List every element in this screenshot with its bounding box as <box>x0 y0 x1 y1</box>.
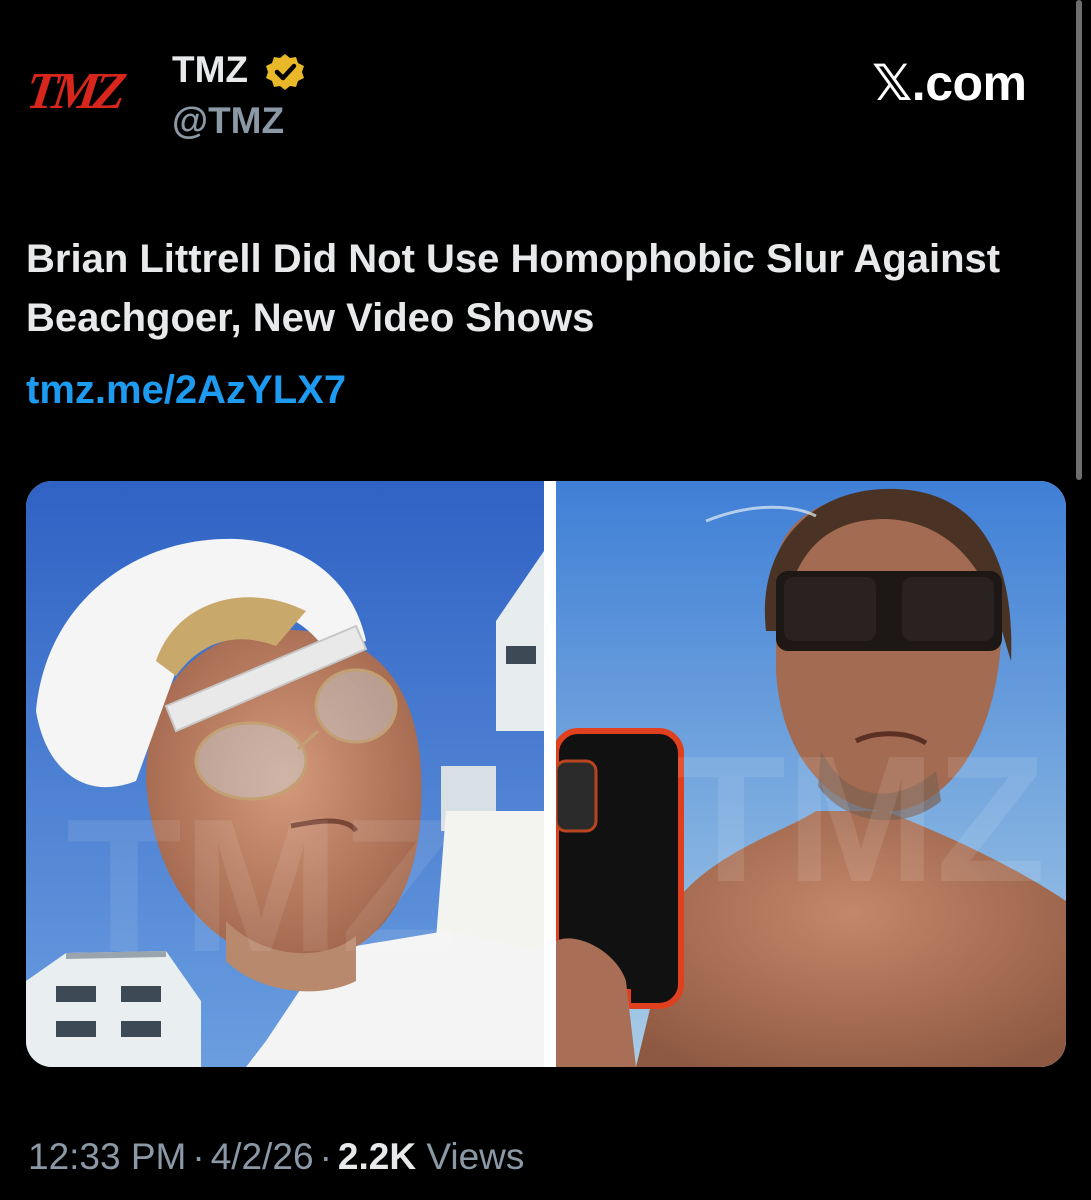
tmz-avatar-logo[interactable]: TMZ <box>30 64 145 124</box>
post-link[interactable]: tmz.me/2AzYLX7 <box>26 360 346 420</box>
post-date[interactable]: 4/2/26 <box>211 1136 314 1177</box>
post-media[interactable]: TMZ TMZ <box>26 481 1066 1067</box>
site-label: .com <box>911 55 1027 111</box>
post-time[interactable]: 12:33 PM <box>28 1136 186 1177</box>
svg-text:TMZ: TMZ <box>30 64 129 120</box>
views-label[interactable]: Views <box>426 1136 524 1177</box>
separator-dot: · <box>192 1136 205 1177</box>
media-photo-left[interactable]: TMZ <box>26 481 544 1067</box>
x-logo-icon: 𝕏 <box>872 54 912 112</box>
verified-badge-icon <box>263 52 307 92</box>
post-meta: 12:33 PM · 4/2/26 · 2.2K Views <box>28 1134 524 1180</box>
watermark-left: TMZ <box>66 780 456 992</box>
watermark-right: TMZ <box>676 719 1046 920</box>
account-display-name[interactable]: TMZ <box>172 50 248 90</box>
post-header: TMZ TMZ @TMZ 𝕏.com <box>0 0 1091 160</box>
post-headline: Brian Littrell Did Not Use Homophobic Sl… <box>26 237 1001 340</box>
views-count[interactable]: 2.2K <box>338 1136 416 1177</box>
separator-dot: · <box>319 1136 332 1177</box>
account-handle[interactable]: @TMZ <box>172 101 284 141</box>
x-dot-com-label: 𝕏.com <box>872 58 1027 108</box>
media-photo-right[interactable]: TMZ <box>556 481 1066 1067</box>
